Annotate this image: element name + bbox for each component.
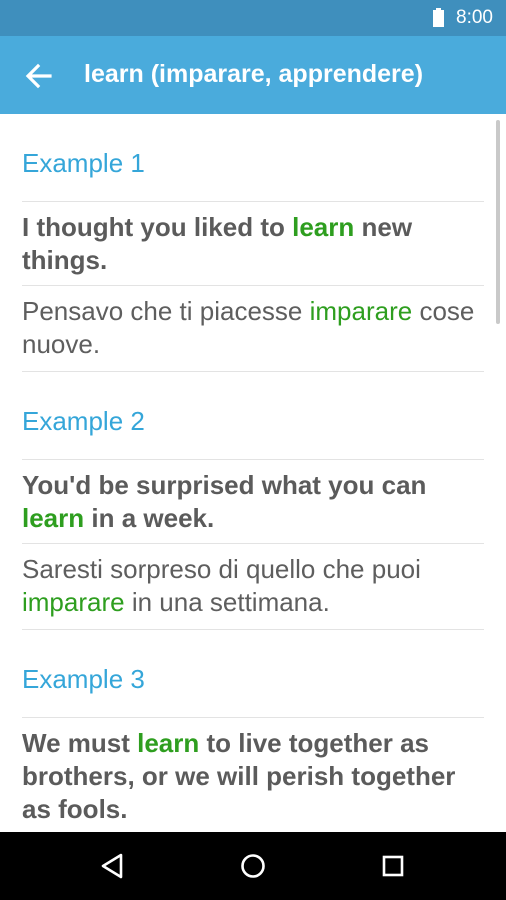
page-title: learn (imparare, apprendere) [84,60,424,88]
sentence-text: We must [22,728,138,758]
scrollbar[interactable] [496,120,500,324]
battery-full-icon [433,8,444,27]
example-heading: Example 3 [22,630,484,718]
english-sentence: We must learn to live together as brothe… [22,718,484,832]
nav-home-icon[interactable] [237,850,269,882]
sentence-text: Pensavo che ti piacesse [22,296,310,326]
nav-recents-icon[interactable] [377,850,409,882]
example-card: Example 2 You'd be surprised what you ca… [22,372,484,630]
app-bar: learn (imparare, apprendere) [0,36,506,114]
navigation-bar [0,832,506,900]
example-card: Example 3 We must learn to live together… [22,630,484,832]
highlighted-word: imparare [309,296,413,326]
status-time: 8:00 [456,7,493,28]
arrow-back-icon[interactable] [24,62,52,90]
highlighted-word: learn [292,212,355,242]
sentence-text: I thought you liked to [22,212,293,242]
highlighted-word: imparare [22,587,125,617]
example-card: Example 1 I thought you liked to learn n… [22,114,484,372]
english-sentence: You'd be surprised what you can learn in… [22,460,484,544]
sentence-text: in una settimana. [124,587,330,617]
sentence-text: You'd be surprised what you can [22,470,427,500]
example-heading: Example 2 [22,372,484,460]
highlighted-word: learn [22,503,85,533]
nav-back-icon[interactable] [97,850,129,882]
highlighted-word: learn [137,728,200,758]
sentence-text: Saresti sorpreso di quello che puoi [22,554,421,584]
example-heading: Example 1 [22,114,484,202]
italian-translation: Pensavo che ti piacesse imparare cose nu… [22,286,484,372]
sentence-text: in a week. [84,503,215,533]
english-sentence: I thought you liked to learn new things. [22,202,484,286]
status-bar: 8:00 [0,0,506,36]
examples-list[interactable]: Example 1 I thought you liked to learn n… [0,114,506,832]
italian-translation: Saresti sorpreso di quello che puoi impa… [22,544,484,630]
